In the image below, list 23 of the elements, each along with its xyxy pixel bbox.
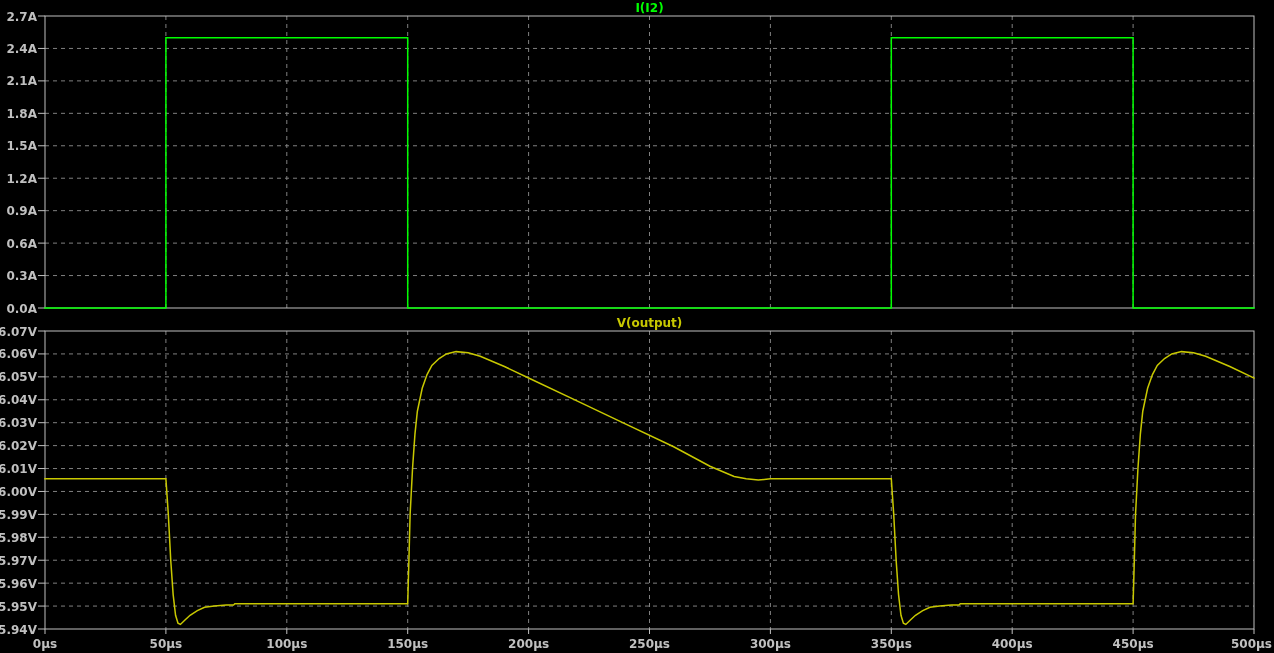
x-tick-label: 200µs <box>508 637 550 651</box>
x-tick-label: 500µs <box>1230 637 1272 651</box>
x-tick-label: 150µs <box>387 637 429 651</box>
x-tick-label: 400µs <box>991 637 1033 651</box>
y-tick-label: 1.2A <box>6 171 37 186</box>
y-tick-label: 1.5A <box>6 139 37 154</box>
y-tick-label: 2.4A <box>6 41 37 56</box>
trace-name: I(I2) <box>635 1 664 15</box>
y-tick-label: 2.7A <box>6 9 37 24</box>
x-tick-label: 250µs <box>629 637 670 651</box>
x-tick-label: 300µs <box>749 637 791 651</box>
x-tick-label: 0µs <box>32 637 58 651</box>
y-tick-label: 0.0A <box>6 301 37 316</box>
y-tick-label: 0.9A <box>6 204 37 219</box>
y-tick-label: 2.1A <box>6 74 37 89</box>
y-tick-label: 0.6A <box>6 236 37 251</box>
x-tick-label: 100µs <box>266 637 308 651</box>
x-tick-label: 350µs <box>870 637 912 651</box>
y-tick-label: 0.3A <box>6 269 37 284</box>
x-tick-label: 50µs <box>149 637 183 651</box>
x-tick-label: 450µs <box>1112 637 1154 651</box>
trace-name: V(output) <box>616 316 683 330</box>
y-tick-label: 1.8A <box>6 106 37 121</box>
